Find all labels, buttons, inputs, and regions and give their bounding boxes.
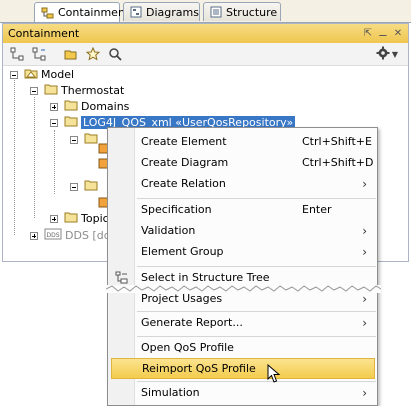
collapse-toggle[interactable] <box>30 86 38 95</box>
tree-node-thermostat[interactable]: Thermostat <box>30 82 124 99</box>
submenu-arrow-icon: › <box>362 291 367 306</box>
collapse-toggle[interactable] <box>70 135 78 144</box>
tab-label: Containment <box>58 6 130 19</box>
package-icon <box>24 67 38 82</box>
menu-item-project-usages[interactable]: Project Usages › <box>109 288 377 309</box>
menu-item-element-group[interactable]: Element Group › <box>109 241 377 262</box>
tree-node-topic[interactable]: Topic <box>50 210 109 227</box>
star-icon[interactable] <box>85 46 101 62</box>
tree-node-child-1[interactable] <box>70 131 98 148</box>
collapse-toggle[interactable] <box>70 182 78 191</box>
folder-icon <box>44 83 58 98</box>
open-folder-icon[interactable] <box>63 46 79 62</box>
gear-icon <box>376 46 390 63</box>
panel-toolbar: ▼ <box>3 43 408 66</box>
tree-label: Domains <box>81 100 130 113</box>
menu-item-specification[interactable]: Specification Enter <box>109 199 377 220</box>
tree-label: Thermostat <box>61 84 125 97</box>
submenu-arrow-icon: › <box>362 176 367 191</box>
tree-node-child-2[interactable] <box>70 178 98 195</box>
search-icon[interactable] <box>107 46 123 62</box>
folder-icon <box>84 132 98 147</box>
tab-label: Structure <box>226 5 278 19</box>
containment-icon <box>41 7 54 19</box>
svg-text:DDS: DDS <box>46 232 59 239</box>
submenu-arrow-icon: › <box>362 223 367 238</box>
options-gear-button[interactable]: ▼ <box>376 46 398 63</box>
minimize-icon[interactable]: ⚊ <box>377 27 389 39</box>
folder-icon <box>84 179 98 194</box>
menu-item-create-element[interactable]: Create Element Ctrl+Shift+E <box>109 131 377 152</box>
folder-icon <box>64 211 78 226</box>
menu-item-generate-report[interactable]: Generate Report... › <box>109 312 377 333</box>
submenu-arrow-icon: › <box>362 315 367 330</box>
tree-node-dds[interactable]: DDS DDS [dds <box>30 227 116 244</box>
expand-all-icon[interactable] <box>31 46 47 62</box>
tree-node-domains[interactable]: Domains <box>50 98 129 115</box>
expand-toggle[interactable] <box>50 102 58 111</box>
expand-toggle[interactable] <box>30 231 38 240</box>
structure-icon <box>210 6 222 18</box>
menu-item-create-relation[interactable]: Create Relation › <box>109 173 377 194</box>
folder-icon <box>64 115 78 130</box>
expand-toggle[interactable] <box>50 214 58 223</box>
menu-item-create-diagram[interactable]: Create Diagram Ctrl+Shift+D <box>109 152 377 173</box>
menu-item-open-qos-profile[interactable]: Open QoS Profile <box>109 337 377 358</box>
folder-icon <box>64 99 78 114</box>
tree-label: Topic <box>81 212 109 225</box>
collapse-all-icon[interactable] <box>9 46 25 62</box>
tab-diagrams[interactable]: Diagrams <box>123 2 200 21</box>
dds-profile-icon: DDS <box>44 228 62 243</box>
submenu-arrow-icon: › <box>362 244 367 259</box>
pin-icon[interactable]: ⇱ <box>362 27 374 39</box>
diagrams-icon <box>130 6 142 18</box>
panel-title-bar: Containment ⇱ ⚊ ✕ <box>3 24 408 43</box>
menu-item-simulation[interactable]: Simulation › <box>109 382 377 403</box>
view-tab-bar: Containment Diagrams Structure <box>0 0 411 23</box>
tree-label: Model <box>41 68 75 81</box>
close-icon[interactable]: ✕ <box>392 27 404 39</box>
panel-title: Containment <box>8 27 80 40</box>
mouse-pointer-icon <box>267 363 281 387</box>
collapse-toggle[interactable] <box>10 70 18 79</box>
tab-containment[interactable]: Containment <box>34 2 129 22</box>
chevron-down-icon: ▼ <box>391 50 398 59</box>
context-menu: Create Element Ctrl+Shift+E Create Diagr… <box>106 127 381 406</box>
menu-item-reimport-qos-profile[interactable]: Reimport QoS Profile <box>111 358 375 379</box>
submenu-arrow-icon: › <box>362 385 367 400</box>
tree-node-model[interactable]: Model <box>10 66 74 83</box>
tab-label: Diagrams <box>146 5 199 19</box>
menu-item-validation[interactable]: Validation › <box>109 220 377 241</box>
tab-structure[interactable]: Structure <box>203 2 281 21</box>
collapse-toggle[interactable] <box>50 118 58 127</box>
